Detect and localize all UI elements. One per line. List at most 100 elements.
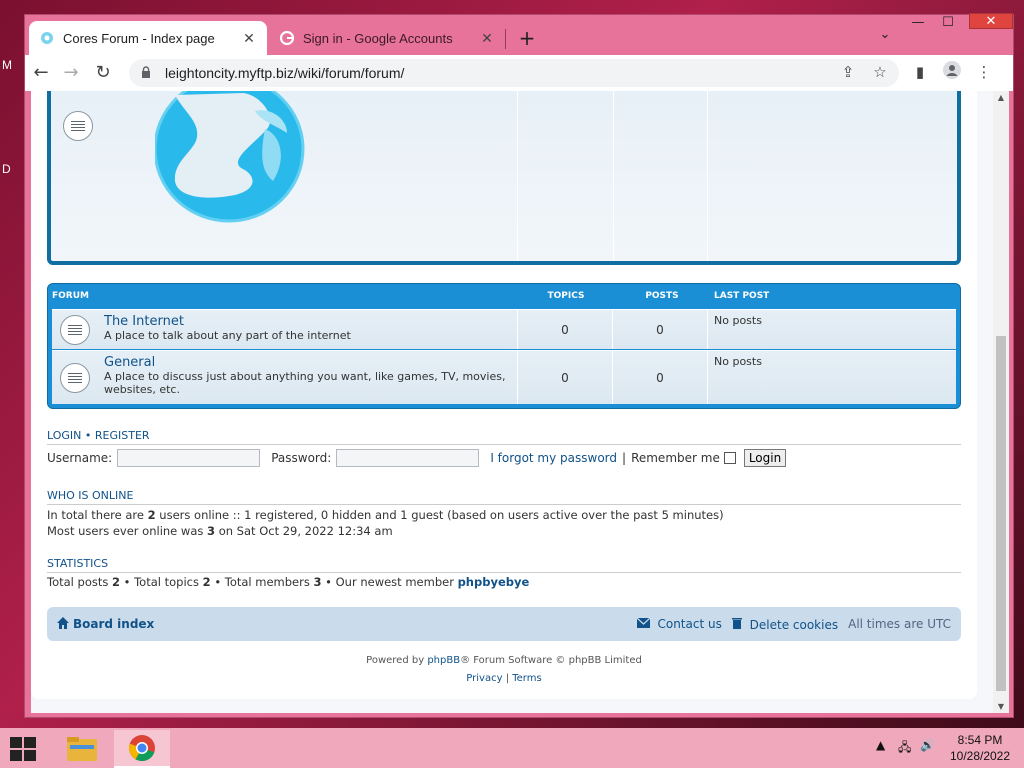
stat-value: 2 <box>112 575 121 589</box>
minimize-button[interactable]: — <box>905 15 931 31</box>
stat-value: 2 <box>202 575 211 589</box>
forum-read-icon <box>60 362 90 393</box>
clock-time: 8:54 PM <box>957 733 1003 747</box>
forum-title-link[interactable]: General <box>104 355 517 370</box>
board-index-link[interactable]: Board index <box>57 616 155 632</box>
privacy-link[interactable]: Privacy <box>466 673 502 684</box>
bookmark-star-icon[interactable]: ☆ <box>869 61 891 83</box>
online-text: on Sat Oct 29, 2022 12:34 am <box>218 524 393 538</box>
tab-google-sign-in[interactable]: Sign in - Google Accounts ✕ <box>269 21 505 55</box>
kebab-menu-icon[interactable]: ⋮ <box>973 61 995 83</box>
chrome-taskbar-button[interactable] <box>114 730 170 768</box>
address-bar[interactable]: leightoncity.myftp.biz/wiki/forum/forum/ <box>129 59 899 87</box>
remember-me-checkbox[interactable] <box>723 452 736 464</box>
forum-favicon-icon <box>39 30 55 46</box>
online-record-count: 3 <box>207 524 216 538</box>
tab-strip: Cores Forum - Index page ✕ Sign in - Goo… <box>25 13 1013 55</box>
volume-icon[interactable]: 🔊 <box>920 738 935 752</box>
contact-us-label: Contact us <box>657 617 722 631</box>
newest-member-link[interactable]: phpbyebye <box>458 575 530 589</box>
system-clock[interactable]: 8:54 PM 10/28/2022 <box>942 732 1018 764</box>
forgot-password-link[interactable]: I forgot my password <box>490 451 617 465</box>
delete-cookies-link[interactable]: Delete cookies <box>731 617 839 632</box>
stat-value: 3 <box>313 575 322 589</box>
clock-date: 10/28/2022 <box>949 749 1011 763</box>
forum-list: Forum Topics Posts Last post The Interne… <box>47 283 961 409</box>
desktop-icon-label: M <box>2 58 12 72</box>
globe-logo-icon <box>155 91 305 223</box>
windows-start-icon[interactable] <box>10 737 36 761</box>
side-panel-icon[interactable]: ▮ <box>909 61 931 83</box>
scrollbar-thumb[interactable] <box>996 336 1006 691</box>
scroll-down-arrow-icon[interactable]: ▼ <box>993 702 1009 711</box>
share-icon[interactable]: ⇪ <box>837 61 859 83</box>
forum-cell: General A place to discuss just about an… <box>52 351 518 404</box>
reload-icon[interactable]: ↻ <box>91 61 115 85</box>
header-posts: Posts <box>645 291 679 301</box>
contact-us-link[interactable]: Contact us <box>636 617 722 631</box>
back-arrow-icon[interactable]: ← <box>29 61 53 85</box>
login-header: Login • Register <box>47 429 961 445</box>
stat-label: Total posts <box>47 575 109 589</box>
register-link[interactable]: Register <box>95 429 150 442</box>
last-post: No posts <box>714 355 762 368</box>
username-label: Username: <box>47 451 113 465</box>
forward-arrow-icon[interactable]: → <box>59 61 83 85</box>
login-form: Username: Password: I forgot my password… <box>47 449 787 467</box>
separator-dot: • <box>84 429 92 442</box>
tab-close-icon[interactable]: ✕ <box>479 30 495 47</box>
tab-search-icon[interactable]: ⌄ <box>875 27 895 47</box>
posts-count: 0 <box>613 310 708 349</box>
forum-read-icon <box>63 111 93 141</box>
statistics-title: Statistics <box>47 557 961 573</box>
new-tab-button[interactable]: + <box>515 27 539 51</box>
home-icon <box>57 616 69 632</box>
phpbb-link[interactable]: phpBB <box>427 655 460 666</box>
stat-label: • Total topics <box>123 575 199 589</box>
profile-avatar-icon[interactable] <box>941 61 963 83</box>
login-button[interactable]: Login <box>743 449 787 467</box>
lock-icon <box>141 65 155 81</box>
maximize-button[interactable]: ☐ <box>935 15 961 31</box>
terms-link[interactable]: Terms <box>512 673 541 684</box>
header-forum: Forum <box>52 291 89 301</box>
column-divider <box>707 91 708 261</box>
powered-by-text: Powered by <box>366 655 425 666</box>
envelope-icon <box>636 617 651 631</box>
vertical-scrollbar[interactable]: ▲ ▼ <box>993 91 1009 713</box>
who-is-online-link[interactable]: Who is online <box>47 489 133 502</box>
windows-taskbar: ▲ 🖧 🔊 8:54 PM 10/28/2022 <box>0 728 1024 768</box>
board-index-label: Board index <box>73 617 155 631</box>
close-window-button[interactable]: ✕ <box>969 13 1013 29</box>
online-text: Most users ever online was <box>47 524 204 538</box>
forum-row: The Internet A place to talk about any p… <box>52 309 956 349</box>
browser-toolbar: ← → ↻ leightoncity.myftp.biz/wiki/forum/… <box>25 55 1013 91</box>
username-input[interactable] <box>117 449 261 467</box>
timezone-text: All times are UTC <box>848 617 951 631</box>
chrome-icon <box>128 735 155 762</box>
online-line-total: In total there are 2 users online :: 1 r… <box>47 507 724 523</box>
login-link[interactable]: Login <box>47 429 81 442</box>
password-input[interactable] <box>336 449 480 467</box>
header-last-post: Last post <box>714 291 770 301</box>
online-text: In total there are <box>47 508 144 522</box>
who-is-online-title: Who is online <box>47 489 961 505</box>
forum-title-link[interactable]: The Internet <box>104 314 517 329</box>
topics-count: 0 <box>518 310 613 349</box>
remember-me-label: Remember me <box>631 451 720 465</box>
last-post: No posts <box>714 314 762 327</box>
scroll-up-arrow-icon[interactable]: ▲ <box>993 93 1009 102</box>
file-explorer-taskbar-button[interactable] <box>54 730 110 768</box>
google-favicon-icon <box>279 30 295 46</box>
network-icon[interactable]: 🖧 <box>898 738 911 759</box>
online-text: users online :: 1 registered, 0 hidden a… <box>159 508 724 522</box>
forum-cell: The Internet A place to talk about any p… <box>52 310 518 349</box>
forum-list-header: Forum Topics Posts Last post <box>48 284 960 308</box>
category-block-top <box>47 91 961 265</box>
tab-cores-forum[interactable]: Cores Forum - Index page ✕ <box>29 21 267 55</box>
show-hidden-icons-icon[interactable]: ▲ <box>876 738 885 752</box>
statistics-label: Statistics <box>47 557 109 570</box>
delete-cookies-label: Delete cookies <box>749 617 839 632</box>
tab-close-icon[interactable]: ✕ <box>241 30 257 47</box>
browser-window: Cores Forum - Index page ✕ Sign in - Goo… <box>24 13 1014 718</box>
